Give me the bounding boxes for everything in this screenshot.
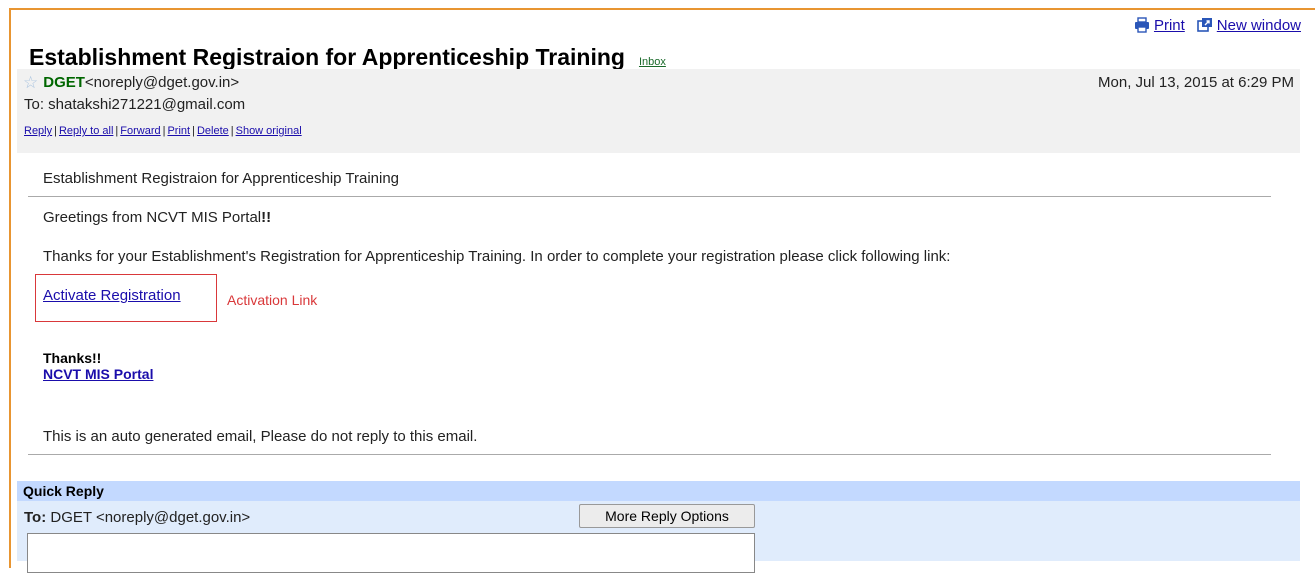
thanks-text: Thanks!!: [43, 350, 102, 366]
message-header: ☆ DGET <noreply@dget.gov.in> Mon, Jul 13…: [17, 69, 1300, 153]
greeting-text: Greetings from NCVT MIS Portal: [43, 209, 262, 226]
registration-message: Thanks for your Establishment's Registra…: [43, 248, 951, 265]
show-original-link[interactable]: Show original: [236, 125, 302, 137]
subject-line: Establishment Registraion for Apprentice…: [29, 44, 666, 71]
message-date: Mon, Jul 13, 2015 at 6:29 PM: [1098, 74, 1294, 91]
quick-reply-to: To: DGET <noreply@dget.gov.in>: [24, 509, 250, 526]
new-window-link[interactable]: New window: [1217, 17, 1301, 34]
to-recipient: To: shatakshi271221@gmail.com: [24, 96, 246, 113]
more-reply-options-button[interactable]: More Reply Options: [579, 504, 755, 528]
new-window-action[interactable]: New window: [1196, 17, 1301, 34]
quick-reply-panel: Quick Reply To: DGET <noreply@dget.gov.i…: [17, 481, 1300, 573]
from-row: ☆ DGET <noreply@dget.gov.in>: [23, 74, 239, 91]
message-actions: Reply | Reply to all | Forward | Print | Delete |…: [24, 125, 302, 137]
quick-reply-title: Quick Reply: [17, 481, 1300, 501]
divider: [28, 196, 1271, 197]
auto-generated-note: This is an auto generated email, Please …: [43, 428, 478, 445]
to-label: To:: [24, 509, 47, 526]
activate-registration-link[interactable]: Activate Registration: [43, 287, 181, 304]
reply-link[interactable]: Reply: [24, 125, 52, 137]
printer-icon: [1134, 17, 1149, 33]
print-message-link[interactable]: Print: [167, 125, 190, 137]
print-action[interactable]: Print: [1134, 17, 1185, 34]
email-subject-title: Establishment Registraion for Apprentice…: [29, 44, 625, 70]
new-window-icon: [1196, 18, 1212, 32]
divider: [28, 454, 1271, 455]
print-link[interactable]: Print: [1154, 17, 1185, 34]
greeting: Greetings from NCVT MIS Portal!!: [43, 209, 271, 226]
activation-annotation: Activation Link: [227, 292, 318, 308]
delete-link[interactable]: Delete: [197, 125, 229, 137]
sender-name: DGET: [43, 74, 85, 91]
ncvt-portal-link[interactable]: NCVT MIS Portal: [43, 366, 153, 382]
body-subject: Establishment Registraion for Apprentice…: [43, 170, 400, 187]
reply-all-link[interactable]: Reply to all: [59, 125, 113, 137]
reply-textarea[interactable]: [27, 533, 755, 573]
forward-link[interactable]: Forward: [120, 125, 160, 137]
to-value: DGET <noreply@dget.gov.in>: [50, 509, 251, 526]
top-toolbar: Print New window: [1134, 14, 1301, 36]
star-icon[interactable]: ☆: [23, 74, 38, 91]
greeting-exclaim: !!: [261, 209, 272, 226]
inbox-label[interactable]: Inbox: [639, 56, 666, 68]
sender-email: <noreply@dget.gov.in>: [84, 74, 240, 91]
